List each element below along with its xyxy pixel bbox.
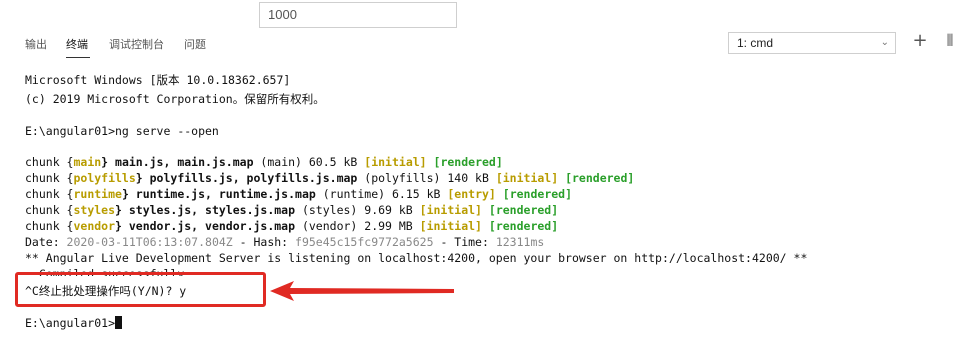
tab-problems[interactable]: 问题 bbox=[184, 36, 206, 52]
terminal-line: E:\angular01>ng serve --open bbox=[25, 124, 219, 138]
tab-terminal[interactable]: 终端 bbox=[66, 36, 88, 52]
tab-debug-console[interactable]: 调试控制台 bbox=[109, 36, 164, 52]
annotation-highlight-box bbox=[15, 272, 266, 307]
chunk-line: chunk {vendor} vendor.js, vendor.js.map … bbox=[25, 219, 559, 233]
chunk-line: chunk {polyfills} polyfills.js, polyfill… bbox=[25, 171, 635, 185]
terminal-line: Microsoft Windows [版本 10.0.18362.657] bbox=[25, 73, 291, 87]
terminal-selector[interactable]: 1: cmd ⌄ bbox=[728, 32, 896, 54]
active-tab-underline bbox=[66, 57, 90, 58]
chunk-line: chunk {main} main.js, main.js.map (main)… bbox=[25, 155, 503, 169]
build-info-line: Date: 2020-03-11T06:13:07.804Z - Hash: f… bbox=[25, 235, 545, 249]
annotation-arrow-icon bbox=[270, 281, 454, 301]
terminal-cursor bbox=[115, 316, 123, 329]
terminal-line: (c) 2019 Microsoft Corporation。保留所有权利。 bbox=[25, 92, 325, 106]
add-terminal-button[interactable]: + bbox=[910, 31, 930, 53]
plus-icon: + bbox=[912, 30, 928, 51]
tab-output[interactable]: 输出 bbox=[25, 36, 47, 52]
terminal-selector-value: 1: cmd bbox=[737, 36, 774, 50]
split-terminal-button[interactable]: ⫴ bbox=[940, 31, 960, 53]
chevron-down-icon: ⌄ bbox=[880, 37, 889, 48]
chunk-line: chunk {runtime} runtime.js, runtime.js.m… bbox=[25, 187, 573, 201]
server-line: ** Angular Live Development Server is li… bbox=[25, 251, 808, 265]
number-input[interactable]: 1000 bbox=[259, 2, 457, 28]
split-icon: ⫴ bbox=[946, 31, 954, 50]
number-input-value: 1000 bbox=[268, 7, 297, 22]
final-prompt-line: E:\angular01> bbox=[25, 315, 123, 331]
chunk-line: chunk {styles} styles.js, styles.js.map … bbox=[25, 203, 559, 217]
